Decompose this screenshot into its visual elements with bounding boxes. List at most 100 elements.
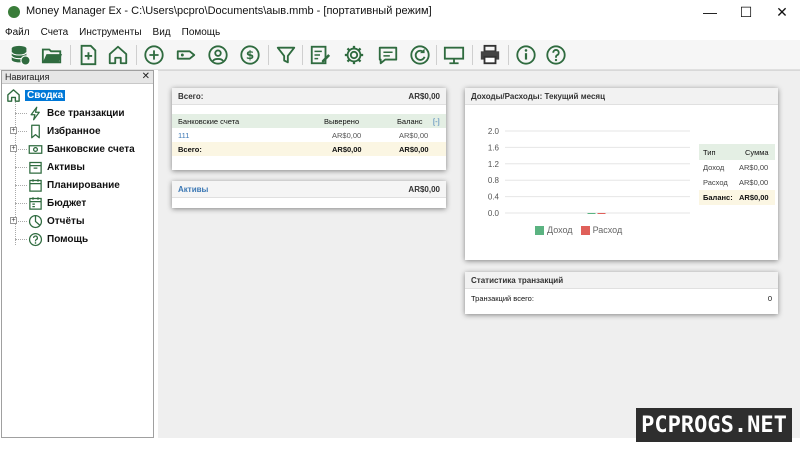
toolbar-separator <box>302 45 303 65</box>
expense-amount: AR$0,00 <box>739 178 769 187</box>
minimize-button[interactable]: — <box>692 0 728 24</box>
y-tick-label: 0.4 <box>488 193 500 202</box>
y-tick-label: 0.0 <box>488 209 500 218</box>
toolbar-separator <box>70 45 71 65</box>
nav-item-budget-label: Бюджет <box>47 197 87 209</box>
menu-view[interactable]: Вид <box>152 27 172 38</box>
summary-total-row: Всего: AR$0,00 <box>172 88 446 105</box>
table-row: Доход AR$0,00 <box>699 160 775 175</box>
summary-total-label: Всего: <box>178 91 204 101</box>
menu-tools[interactable]: Инструменты <box>78 27 142 38</box>
balance-label: Баланс: <box>703 193 733 202</box>
account-balance: AR$0,00 <box>399 131 429 140</box>
navigation-header: Навигация ✕ <box>2 71 153 84</box>
print-icon[interactable] <box>478 43 502 67</box>
nav-item-bank-accounts-label: Банковские счета <box>47 143 135 155</box>
nav-item-help[interactable]: Помощь <box>28 230 88 248</box>
col-header-amount: Сумма <box>745 148 769 157</box>
nav-item-reports-label: Отчёты <box>47 215 85 227</box>
nav-item-assets[interactable]: Активы <box>28 158 85 176</box>
stats-total-value: 0 <box>767 293 772 303</box>
menu-accounts[interactable]: Счета <box>40 27 70 38</box>
y-tick-label: 1.2 <box>488 160 500 169</box>
tree-line <box>15 167 27 168</box>
nav-item-favorites[interactable]: + Избранное <box>10 122 101 140</box>
maximize-button[interactable]: ☐ <box>728 0 764 24</box>
home-icon[interactable] <box>106 43 130 67</box>
legend-income-label: Доход <box>547 225 573 235</box>
accounts-table-header: Банковские счета Выверено Баланс [-] <box>172 114 446 128</box>
toolbar-separator <box>472 45 473 65</box>
nav-item-planning-label: Планирование <box>47 179 120 191</box>
expand-toggle[interactable]: + <box>10 145 17 152</box>
col-header-balance: Баланс <box>397 117 423 126</box>
payee-icon[interactable] <box>206 43 230 67</box>
balance-row: Баланс: AR$0,00 <box>699 190 775 205</box>
feedback-icon[interactable] <box>376 43 400 67</box>
accounts-total-balance: AR$0,00 <box>399 145 429 154</box>
new-file-icon[interactable] <box>76 43 100 67</box>
nav-item-favorites-label: Избранное <box>47 125 101 137</box>
lightning-icon <box>28 106 43 121</box>
bank-note-icon <box>28 142 43 157</box>
open-folder-icon[interactable] <box>40 43 64 67</box>
nav-item-planning[interactable]: Планирование <box>28 176 120 194</box>
question-icon <box>28 232 43 247</box>
filter-icon[interactable] <box>274 43 298 67</box>
add-transaction-icon[interactable] <box>142 43 166 67</box>
monitor-icon[interactable] <box>442 43 466 67</box>
help-icon[interactable] <box>544 43 568 67</box>
collapse-toggle[interactable]: [-] <box>433 117 440 126</box>
nav-item-all-transactions[interactable]: Все транзакции <box>28 104 125 122</box>
summary-total-value: AR$0,00 <box>408 91 440 101</box>
settings-icon[interactable] <box>342 43 366 67</box>
refresh-icon[interactable] <box>408 43 432 67</box>
y-tick-label: 2.0 <box>488 127 500 136</box>
database-icon[interactable] <box>8 43 32 67</box>
nav-item-reports[interactable]: + Отчёты <box>10 212 85 230</box>
tag-icon[interactable] <box>174 43 198 67</box>
nav-item-budget[interactable]: Бюджет <box>28 194 86 212</box>
expand-toggle[interactable]: + <box>10 217 17 224</box>
close-button[interactable]: ✕ <box>764 0 800 24</box>
nav-item-assets-label: Активы <box>47 161 85 173</box>
bookmark-icon <box>28 124 43 139</box>
table-row: Расход AR$0,00 <box>699 175 775 190</box>
toolbar-separator <box>436 45 437 65</box>
expense-type: Расход <box>703 178 728 187</box>
balance-value: AR$0,00 <box>739 193 769 202</box>
income-expense-card: Доходы/Расходы: Текущий месяц 2.0 1.6 1.2 0… <box>465 88 778 260</box>
account-link[interactable]: 111 <box>178 131 189 140</box>
stats-total-label: Транзакций всего: <box>471 293 534 303</box>
navigation-title: Навигация <box>5 72 50 82</box>
nav-item-summary[interactable]: Сводка <box>6 86 67 104</box>
y-tick-label: 0.8 <box>488 176 500 185</box>
toolbar-separator <box>136 45 137 65</box>
stats-title: Статистика транзакций <box>465 272 778 289</box>
accounts-total-label: Всего: <box>178 145 202 154</box>
col-header-reconciled: Выверено <box>324 117 360 126</box>
nav-item-bank-accounts[interactable]: + Банковские счета <box>10 140 135 158</box>
accounts-total-reconciled: AR$0,00 <box>332 145 362 154</box>
table-row: 111 AR$0,00 AR$0,00 <box>172 128 446 142</box>
assets-card: Активы AR$0,00 <box>172 181 446 208</box>
edit-report-icon[interactable] <box>308 43 332 67</box>
accounts-total-row: Всего: AR$0,00 AR$0,00 <box>172 142 446 156</box>
menu-help[interactable]: Помощь <box>181 27 222 38</box>
tree-line <box>15 239 27 240</box>
col-header-type: Тип <box>703 148 716 157</box>
currency-icon[interactable]: $ <box>238 43 262 67</box>
calendar-icon <box>28 178 43 193</box>
menu-file[interactable]: Файл <box>4 27 31 38</box>
close-navigation-button[interactable]: ✕ <box>142 71 150 82</box>
stats-total-row: Транзакций всего: 0 <box>465 289 778 307</box>
income-amount: AR$0,00 <box>739 163 769 172</box>
legend-income-swatch <box>535 225 544 235</box>
info-icon[interactable] <box>514 43 538 67</box>
assets-link[interactable]: Активы <box>178 185 208 194</box>
box-icon <box>28 160 43 175</box>
expand-toggle[interactable]: + <box>10 127 17 134</box>
title-bar: Money Manager Ex - C:\Users\pcpro\Docume… <box>0 0 800 24</box>
income-type: Доход <box>703 163 725 172</box>
watermark-logo: PCPROGS.NET <box>636 408 792 442</box>
